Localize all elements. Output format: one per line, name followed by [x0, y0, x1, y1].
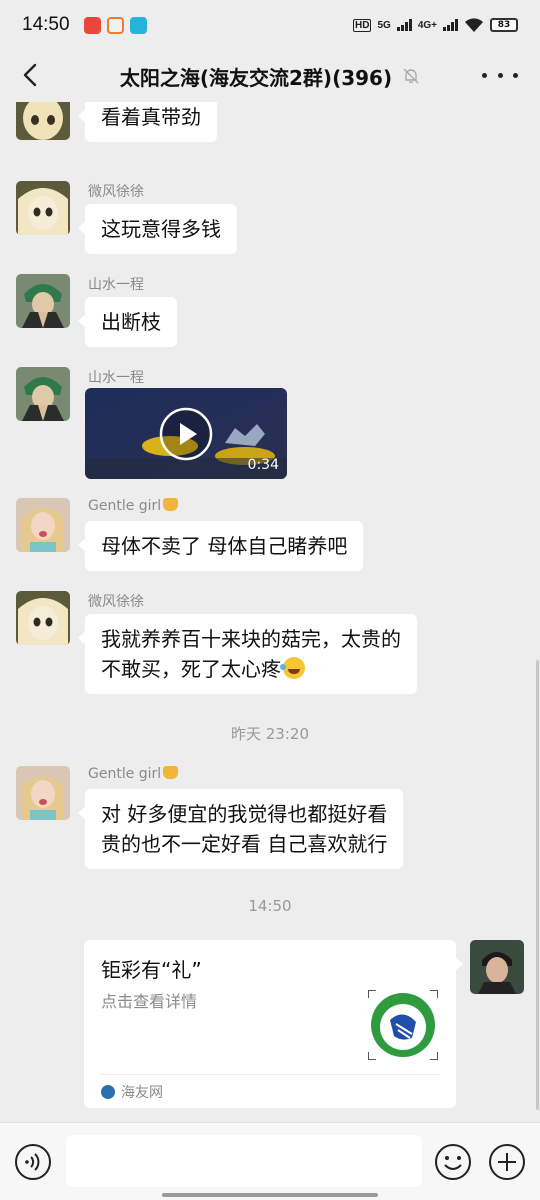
- sender-name: Gentle girl: [88, 766, 179, 782]
- signal1-icon: [396, 19, 412, 31]
- honey-emoji-icon: [163, 498, 179, 511]
- card-divider: [101, 1074, 439, 1075]
- timestamp: 昨天 23:20: [231, 725, 309, 743]
- message-bubble[interactable]: 对 好多便宜的我觉得也都挺好看 贵的也不一定好看 自己喜欢就行: [77, 789, 404, 869]
- link-card[interactable]: 钜彩有“礼” 点击查看详情 海友网: [84, 940, 463, 1108]
- message-bubble[interactable]: 出断枝: [78, 297, 177, 347]
- my-avatar[interactable]: [470, 940, 524, 994]
- status-right: HD 5G 4G+ 83: [353, 17, 518, 33]
- home-indicator[interactable]: [162, 1193, 378, 1197]
- orange-app-icon: [106, 16, 124, 34]
- blonde-anime-avatar[interactable]: [16, 591, 70, 645]
- sender-name: 山水一程: [88, 277, 144, 293]
- net1-label: 5G: [377, 19, 391, 31]
- message-line: 我就养养百十来块的菇完，太贵的: [101, 627, 401, 651]
- scrollbar[interactable]: [536, 660, 539, 1110]
- back-arrow-icon[interactable]: [16, 60, 46, 90]
- net2-label: 4G+: [417, 19, 437, 31]
- wifi-icon: [465, 18, 483, 32]
- girl-photo-avatar[interactable]: [16, 498, 70, 552]
- card-source: 海友网: [101, 1082, 163, 1102]
- voice-icon[interactable]: [14, 1143, 52, 1181]
- message-line: 不敢买，死了太心疼: [101, 654, 401, 684]
- message-bubble[interactable]: 母体不卖了 母体自己睹养吧: [77, 521, 364, 571]
- status-app-icons: [83, 16, 147, 34]
- timestamp: 14:50: [248, 897, 292, 915]
- blonde-anime-avatar[interactable]: [16, 102, 70, 140]
- green-hair-anime-avatar[interactable]: [16, 367, 70, 421]
- emoji-icon[interactable]: [434, 1143, 472, 1181]
- message-bubble[interactable]: 我就养养百十来块的菇完，太贵的 不敢买，死了太心疼: [78, 614, 417, 694]
- chat-messages[interactable]: 看着真带劲 微风徐徐 这玩意得多钱 山水一程 出断枝 山水一程 0:34 Gen…: [0, 102, 540, 1122]
- video-duration: 0:34: [247, 457, 279, 473]
- mute-bell-icon: [403, 68, 419, 84]
- message-line: 对 好多便宜的我觉得也都挺好看: [101, 802, 388, 826]
- play-icon[interactable]: [159, 407, 213, 461]
- hd-label: HD: [353, 18, 372, 32]
- chat-header: 太阳之海(海友交流2群)(396): [0, 50, 540, 102]
- card-logo-icon: [368, 990, 438, 1060]
- signal2-icon: [443, 19, 458, 31]
- message-bubble[interactable]: 这玩意得多钱: [78, 204, 237, 254]
- sender-name: Gentle girl: [88, 498, 179, 514]
- more-dots-icon[interactable]: [482, 62, 518, 88]
- blonde-anime-avatar[interactable]: [16, 181, 70, 235]
- girl-photo-avatar[interactable]: [16, 766, 70, 820]
- laughing-tears-emoji-icon: [280, 657, 305, 679]
- card-description: 点击查看详情: [101, 992, 198, 1011]
- battery-icon: 83: [490, 18, 518, 32]
- sender-name: 山水一程: [88, 370, 144, 386]
- source-logo-icon: [101, 1085, 115, 1099]
- plus-icon[interactable]: [488, 1143, 526, 1181]
- cyan-app-icon: [129, 16, 147, 34]
- card-title: 钜彩有“礼”: [101, 958, 202, 982]
- status-bar: 14:50 HD 5G 4G+ 83: [0, 0, 540, 50]
- chat-title: 太阳之海(海友交流2群)(396): [119, 65, 393, 90]
- green-hair-anime-avatar[interactable]: [16, 274, 70, 328]
- honey-emoji-icon: [163, 766, 179, 779]
- sender-name: 微风徐徐: [88, 184, 144, 200]
- video-message[interactable]: 0:34: [85, 388, 287, 479]
- message-input[interactable]: [66, 1135, 422, 1187]
- message-line: 贵的也不一定好看 自己喜欢就行: [101, 832, 388, 856]
- message-bubble[interactable]: 看着真带劲: [78, 102, 217, 142]
- red-app-icon: [83, 16, 101, 34]
- card-source-name: 海友网: [121, 1085, 163, 1101]
- status-time: 14:50: [22, 14, 70, 35]
- input-bar: [0, 1122, 540, 1200]
- sender-name: 微风徐徐: [88, 594, 144, 610]
